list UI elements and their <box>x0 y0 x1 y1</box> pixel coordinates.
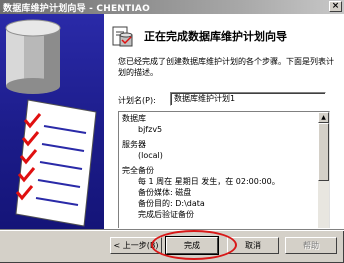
back-button[interactable]: < 上一步(B) <box>110 237 162 254</box>
finish-button[interactable]: 完成 <box>165 236 219 255</box>
summary-server-value: (local) <box>138 151 163 160</box>
plan-name-input[interactable]: 数据库维护计划1 <box>170 92 326 106</box>
summary-database-value: bjfzv5 <box>138 125 163 134</box>
scroll-up-button[interactable]: ▲ <box>318 112 329 123</box>
database-checklist-illustration <box>5 19 97 227</box>
summary-backup-schedule: 每 1 周在 星期日 发生，在 02:00:00。 <box>138 177 280 186</box>
intro-text: 您已经完成了创建数据库维护计划的各个步骤。下面是列表计划的描述。 <box>118 57 334 77</box>
wizard-side-panel <box>0 14 104 229</box>
summary-verify-backup: 完成后验证备份 <box>138 210 194 219</box>
summary-backup-media: 备份媒体: 磁盘 <box>138 188 192 197</box>
summary-backup-destination: 备份目的: D:\data <box>138 199 205 208</box>
summary-scrollbar[interactable]: ▲ <box>318 112 329 228</box>
window-title: 数据库维护计划向导 - CHENTIAO <box>3 4 150 14</box>
close-icon: × <box>331 1 340 11</box>
arrow-up-icon: ▲ <box>321 114 326 121</box>
summary-heading-full-backup: 完全备份 <box>122 166 154 175</box>
cancel-button[interactable]: 取消 <box>227 237 279 254</box>
plan-summary-box[interactable]: 数据库 bjfzv5 服务器 (local) 完全备份 每 1 周在 星期日 发… <box>118 111 330 228</box>
close-button[interactable]: × <box>329 1 342 12</box>
scroll-thumb[interactable] <box>318 123 329 181</box>
checklist-document-icon <box>15 99 97 227</box>
title-bar: 数据库维护计划向导 - CHENTIAO × <box>0 0 344 14</box>
help-button[interactable]: 帮助 <box>285 237 337 254</box>
button-divider <box>0 229 344 231</box>
plan-name-label: 计划名(P): <box>118 96 156 105</box>
database-cylinder-icon <box>5 19 61 94</box>
database-wizard-icon <box>112 26 133 47</box>
wizard-window: 数据库维护计划向导 - CHENTIAO × 正在完成数据库维护计划向导 您已经… <box>0 0 344 263</box>
summary-heading-database: 数据库 <box>122 114 146 123</box>
wizard-title: 正在完成数据库维护计划向导 <box>144 30 287 43</box>
wizard-content: 正在完成数据库维护计划向导 您已经完成了创建数据库维护计划的各个步骤。下面是列表… <box>104 14 344 229</box>
summary-heading-server: 服务器 <box>122 140 146 149</box>
